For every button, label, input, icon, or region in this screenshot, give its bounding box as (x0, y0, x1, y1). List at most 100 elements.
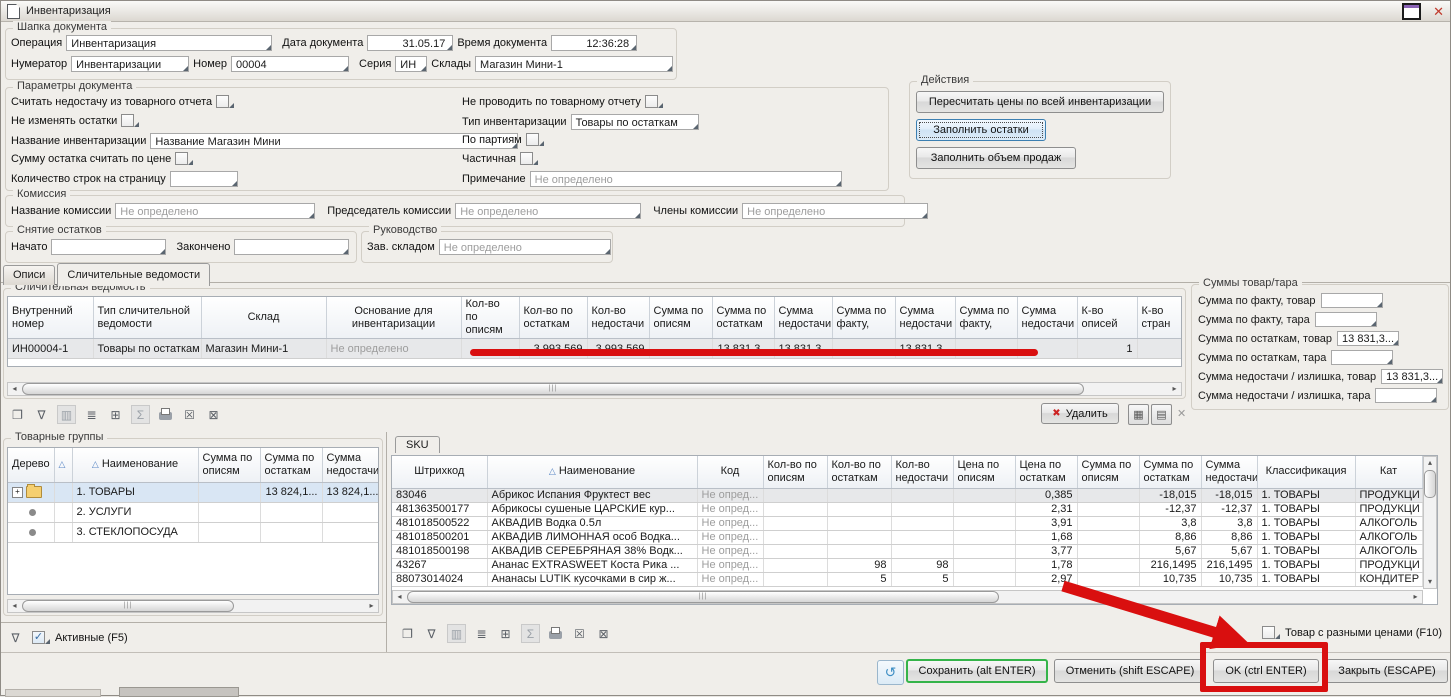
sum-field[interactable] (1375, 388, 1437, 403)
commission-members-field[interactable]: Не определено (742, 203, 928, 219)
column-header[interactable]: Кол-во недостачи (587, 297, 649, 339)
column-header[interactable]: Кол-во по остаткам (827, 456, 891, 488)
column-header[interactable]: Склад (201, 297, 326, 339)
commission-chair-field[interactable]: Не определено (455, 203, 641, 219)
close-button[interactable]: Закрыть (ESCAPE) (1326, 659, 1448, 683)
delete-row-button[interactable]: ✖ Удалить (1041, 403, 1119, 424)
table-row[interactable]: ИН00004-1Товары по остаткамМагазин Мини-… (8, 339, 1182, 359)
column-header[interactable]: Кол-во по описям (763, 456, 827, 488)
operation-field[interactable]: Инвентаризация (66, 35, 272, 51)
sum-field[interactable] (1321, 293, 1383, 308)
column-header[interactable]: Кол-во по описям (461, 297, 519, 339)
save-button[interactable]: Сохранить (alt ENTER) (906, 659, 1048, 683)
filter-icon[interactable]: ∇ (423, 625, 440, 642)
column-header[interactable]: Дерево (8, 448, 54, 482)
paste-icon[interactable]: ❐ (9, 406, 26, 423)
horizontal-scrollbar[interactable]: ◂ ▸ (7, 599, 379, 613)
no-change-stock-checkbox[interactable] (121, 114, 134, 127)
shortage-from-report-checkbox[interactable] (216, 95, 229, 108)
vertical-scrollbar[interactable]: ▴ ▾ (1423, 456, 1437, 589)
column-header[interactable]: Цена по описям (953, 456, 1015, 488)
warehouse-manager-field[interactable]: Не определено (439, 239, 611, 255)
finished-field[interactable] (234, 239, 349, 255)
tab-inventory-lists[interactable]: Описи (3, 265, 55, 285)
sum-by-price-checkbox[interactable] (175, 152, 188, 165)
column-header[interactable]: Основание для инвентаризации (326, 297, 461, 339)
scrollbar-thumb[interactable] (22, 600, 234, 612)
table-row[interactable]: 481018500198АКВАДИВ СЕРЕБРЯНАЯ 38% Водк.… (392, 544, 1422, 558)
calculator-icon[interactable]: ⊞ (107, 406, 124, 423)
series-field[interactable]: ИН (395, 56, 427, 72)
columns-icon[interactable]: ▥ (447, 624, 466, 643)
sum-field[interactable] (1315, 312, 1377, 327)
sum-field[interactable]: 13 831,3... (1381, 369, 1443, 384)
cancel-button[interactable]: Отменить (shift ESCAPE) (1054, 659, 1206, 683)
column-header[interactable]: Сумма по остаткам (1139, 456, 1201, 488)
note-field[interactable]: Не определено (530, 171, 842, 187)
numbering-icon[interactable]: ≣ (473, 625, 490, 642)
no-posting-checkbox[interactable] (645, 95, 658, 108)
numbering-icon[interactable]: ≣ (83, 406, 100, 423)
partial-checkbox[interactable] (520, 152, 533, 165)
scroll-left-icon[interactable]: ◂ (8, 383, 21, 395)
table-row[interactable]: 481363500177Абрикосы сушеные ЦАРСКИЕ кур… (392, 502, 1422, 516)
print-icon[interactable] (547, 625, 564, 642)
column-header[interactable]: Сумма по факту, (955, 297, 1017, 339)
active-filter-checkbox[interactable]: ✓ (32, 631, 45, 644)
table-row[interactable]: +1. ТОВАРЫ13 824,1...13 824,1... (8, 482, 379, 502)
warehouses-field[interactable]: Магазин Мини-1 (475, 56, 673, 72)
sum-field[interactable]: 13 831,3... (1337, 331, 1399, 346)
table-view-icon[interactable]: ▦ (1128, 404, 1149, 425)
column-header[interactable]: К-во описей (1077, 297, 1137, 339)
grid-close-icon[interactable]: ⊠ (595, 625, 612, 642)
horizontal-scrollbar[interactable]: ◂ ▸ (7, 382, 1182, 396)
by-batches-checkbox[interactable] (526, 133, 539, 146)
rows-per-page-field[interactable] (170, 171, 238, 187)
paste-icon[interactable]: ❐ (399, 625, 416, 642)
excel-icon[interactable]: ☒ (571, 625, 588, 642)
table-row[interactable]: 83046Абрикос Испания Фруктест весНе опре… (392, 488, 1422, 502)
column-header[interactable]: Сумма по описям (1077, 456, 1139, 488)
excel-icon[interactable]: ☒ (181, 406, 198, 423)
column-header[interactable]: Сумма по остаткам (712, 297, 774, 339)
column-header[interactable]: Сумма по остаткам (260, 448, 322, 482)
sum-icon[interactable]: Σ (131, 405, 150, 424)
table-row[interactable]: 3. СТЕКЛОПОСУДА (8, 522, 379, 542)
scroll-left-icon[interactable]: ◂ (393, 591, 406, 603)
scroll-down-icon[interactable]: ▾ (1424, 576, 1436, 588)
scroll-right-icon[interactable]: ▸ (365, 600, 378, 612)
column-header[interactable]: Кат (1355, 456, 1422, 488)
print-icon[interactable] (157, 406, 174, 423)
numerator-field[interactable]: Инвентаризации (71, 56, 189, 72)
column-header[interactable]: Сумма недостачи (1201, 456, 1257, 488)
column-header[interactable]: Код (697, 456, 763, 488)
table-row[interactable]: 481018500201АКВАДИВ ЛИМОННАЯ особ Водка.… (392, 530, 1422, 544)
column-header[interactable]: Кол-во недостачи (891, 456, 953, 488)
ok-button[interactable]: OK (ctrl ENTER) (1213, 659, 1319, 683)
close-window-icon[interactable]: ✕ (1433, 5, 1444, 18)
fill-stock-button[interactable]: Заполнить остатки (916, 119, 1046, 141)
column-header[interactable]: К-во стран (1137, 297, 1182, 339)
column-header[interactable]: Цена по остаткам (1015, 456, 1077, 488)
table-row[interactable]: 2. УСЛУГИ (8, 502, 379, 522)
horizontal-scrollbar[interactable]: ◂ ▸ (392, 590, 1423, 604)
table-row[interactable]: 43267Ананас EXTRASWEET Коста Рика ...Не … (392, 558, 1422, 572)
tab-sku[interactable]: SKU (395, 436, 440, 453)
scroll-right-icon[interactable]: ▸ (1409, 591, 1422, 603)
scrollbar-thumb[interactable] (22, 383, 1084, 395)
started-field[interactable] (51, 239, 166, 255)
column-header[interactable]: Штрихкод (392, 456, 487, 488)
column-header[interactable]: △ (54, 448, 72, 482)
scroll-right-icon[interactable]: ▸ (1168, 383, 1181, 395)
grid-close-icon[interactable]: ⊠ (205, 406, 222, 423)
calculator-icon[interactable]: ⊞ (497, 625, 514, 642)
sum-icon[interactable]: Σ (521, 624, 540, 643)
column-header[interactable]: △Наименование (487, 456, 697, 488)
scrollbar-thumb[interactable] (1424, 470, 1436, 498)
date-field[interactable]: 31.05.17 (367, 35, 453, 51)
column-header[interactable]: △Наименование (72, 448, 198, 482)
recalc-prices-button[interactable]: Пересчитать цены по всей инвентаризации (916, 91, 1164, 113)
column-header[interactable]: Сумма недостачи (1017, 297, 1077, 339)
inventory-type-field[interactable]: Товары по остаткам (571, 114, 699, 130)
number-field[interactable]: 00004 (231, 56, 349, 72)
